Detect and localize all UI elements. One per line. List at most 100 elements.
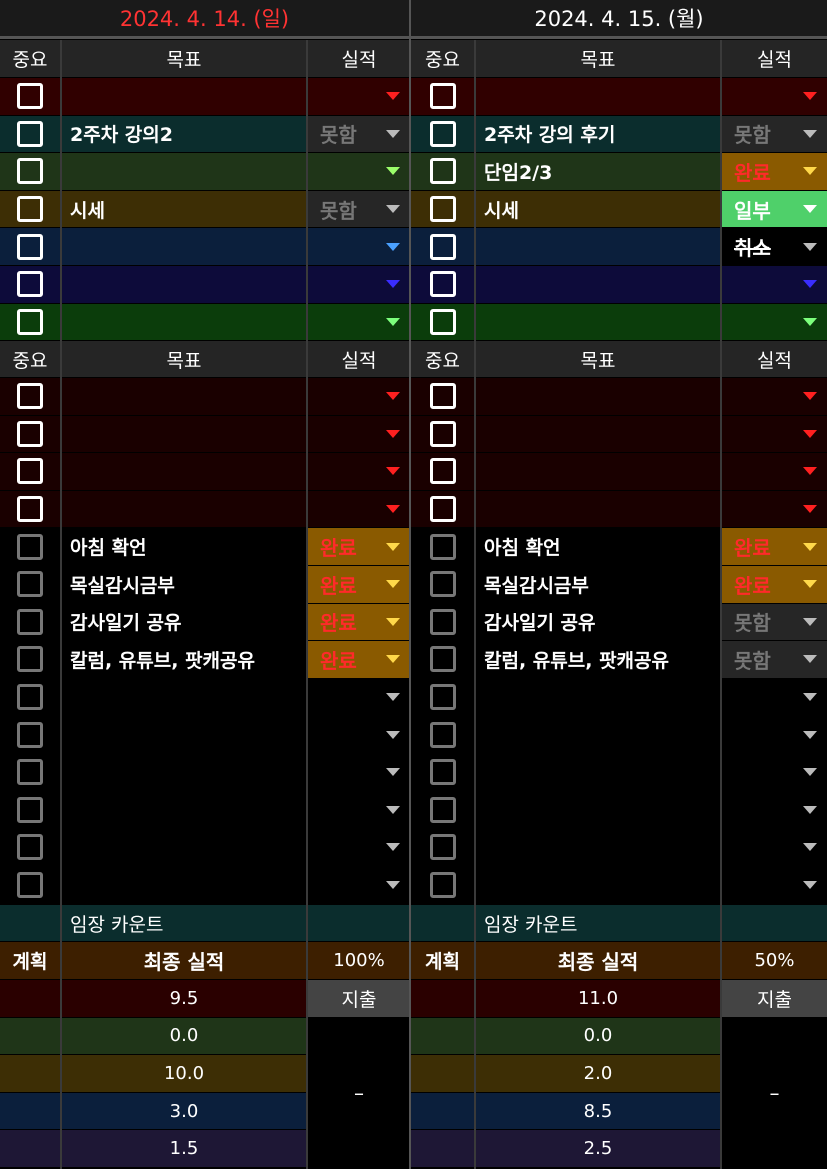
importance-checkbox[interactable] (17, 759, 43, 786)
result-dropdown[interactable] (308, 678, 410, 716)
importance-cell[interactable] (411, 490, 474, 528)
importance-cell[interactable] (0, 490, 60, 528)
goal-text[interactable] (62, 754, 306, 791)
result-dropdown[interactable]: 못함 (722, 115, 827, 153)
result-dropdown[interactable] (308, 228, 410, 265)
goal-text[interactable] (476, 266, 720, 303)
importance-cell[interactable] (0, 641, 60, 678)
importance-checkbox[interactable] (17, 233, 43, 260)
importance-checkbox[interactable] (429, 759, 456, 786)
result-dropdown[interactable] (308, 153, 410, 190)
importance-cell[interactable] (0, 115, 60, 153)
expense-button[interactable]: 지출 (722, 980, 827, 1017)
result-dropdown[interactable]: 완료 (308, 641, 410, 678)
goal-text[interactable] (476, 378, 720, 415)
importance-cell[interactable] (411, 378, 474, 415)
importance-cell[interactable] (0, 378, 60, 415)
goal-text[interactable] (476, 78, 720, 115)
importance-cell[interactable] (411, 603, 474, 641)
importance-cell[interactable] (0, 829, 60, 866)
goal-text[interactable]: 아침 확언 (62, 528, 306, 565)
goal-text[interactable]: 아침 확언 (476, 528, 720, 565)
goal-text[interactable]: 목실감시금부 (476, 566, 720, 603)
importance-checkbox[interactable] (429, 308, 456, 335)
importance-checkbox[interactable] (429, 571, 456, 598)
result-dropdown[interactable] (722, 415, 827, 453)
importance-checkbox[interactable] (17, 83, 43, 110)
result-dropdown[interactable] (308, 754, 410, 791)
importance-checkbox[interactable] (429, 533, 456, 560)
result-dropdown[interactable]: 완료 (722, 153, 827, 190)
importance-cell[interactable] (0, 754, 60, 791)
importance-cell[interactable] (411, 303, 474, 341)
result-dropdown[interactable]: 완료 (722, 566, 827, 603)
importance-cell[interactable] (411, 78, 474, 115)
goal-text[interactable] (62, 266, 306, 303)
result-dropdown[interactable] (722, 678, 827, 716)
result-dropdown[interactable]: 일부 (722, 190, 827, 228)
result-dropdown[interactable]: 완료 (308, 566, 410, 603)
importance-checkbox[interactable] (17, 496, 43, 523)
importance-checkbox[interactable] (429, 834, 456, 861)
importance-cell[interactable] (411, 566, 474, 603)
result-dropdown[interactable]: 완료 (722, 528, 827, 565)
importance-cell[interactable] (411, 678, 474, 716)
goal-text[interactable] (62, 866, 306, 904)
result-dropdown[interactable] (308, 866, 410, 904)
goal-text[interactable] (476, 754, 720, 791)
importance-checkbox[interactable] (429, 458, 456, 485)
importance-cell[interactable] (411, 866, 474, 904)
result-dropdown[interactable] (722, 303, 827, 341)
importance-checkbox[interactable] (17, 684, 43, 711)
importance-cell[interactable] (411, 415, 474, 453)
importance-checkbox[interactable] (429, 271, 456, 298)
importance-checkbox[interactable] (429, 120, 456, 147)
goal-text[interactable]: 감사일기 공유 (476, 603, 720, 641)
importance-cell[interactable] (411, 190, 474, 228)
result-dropdown[interactable] (722, 754, 827, 791)
result-dropdown[interactable] (722, 78, 827, 115)
importance-cell[interactable] (0, 603, 60, 641)
goal-text[interactable] (62, 829, 306, 866)
goal-text[interactable]: 시세 (62, 190, 306, 228)
goal-text[interactable] (476, 716, 720, 753)
result-dropdown[interactable]: 못함 (308, 115, 410, 153)
result-dropdown[interactable] (308, 791, 410, 829)
goal-text[interactable] (476, 453, 720, 490)
result-dropdown[interactable] (722, 490, 827, 528)
goal-text[interactable]: 감사일기 공유 (62, 603, 306, 641)
importance-checkbox[interactable] (17, 834, 43, 861)
importance-checkbox[interactable] (17, 608, 43, 635)
goal-text[interactable]: 2주차 강의2 (62, 115, 306, 153)
importance-checkbox[interactable] (17, 646, 43, 673)
goal-text[interactable] (62, 716, 306, 753)
goal-text[interactable]: 목실감시금부 (62, 566, 306, 603)
result-dropdown[interactable] (308, 716, 410, 753)
count-value[interactable] (722, 905, 827, 941)
importance-checkbox[interactable] (17, 721, 43, 748)
goal-text[interactable] (62, 490, 306, 528)
importance-cell[interactable] (0, 866, 60, 904)
goal-text[interactable] (62, 153, 306, 190)
importance-checkbox[interactable] (17, 420, 43, 447)
importance-cell[interactable] (411, 716, 474, 753)
importance-checkbox[interactable] (17, 458, 43, 485)
goal-text[interactable] (62, 78, 306, 115)
importance-checkbox[interactable] (17, 308, 43, 335)
importance-checkbox[interactable] (17, 571, 43, 598)
importance-checkbox[interactable] (17, 158, 43, 185)
goal-text[interactable] (476, 678, 720, 716)
goal-text[interactable] (62, 415, 306, 453)
goal-text[interactable]: 칼럼, 유튜브, 팟캐공유 (62, 641, 306, 678)
importance-checkbox[interactable] (17, 271, 43, 298)
result-dropdown[interactable] (722, 866, 827, 904)
result-dropdown[interactable] (308, 78, 410, 115)
importance-cell[interactable] (411, 754, 474, 791)
goal-text[interactable]: 칼럼, 유튜브, 팟캐공유 (476, 641, 720, 678)
expense-button[interactable]: 지출 (308, 980, 410, 1017)
importance-checkbox[interactable] (429, 496, 456, 523)
importance-cell[interactable] (0, 266, 60, 303)
importance-checkbox[interactable] (429, 721, 456, 748)
result-dropdown[interactable] (308, 378, 410, 415)
count-value[interactable] (308, 905, 410, 941)
